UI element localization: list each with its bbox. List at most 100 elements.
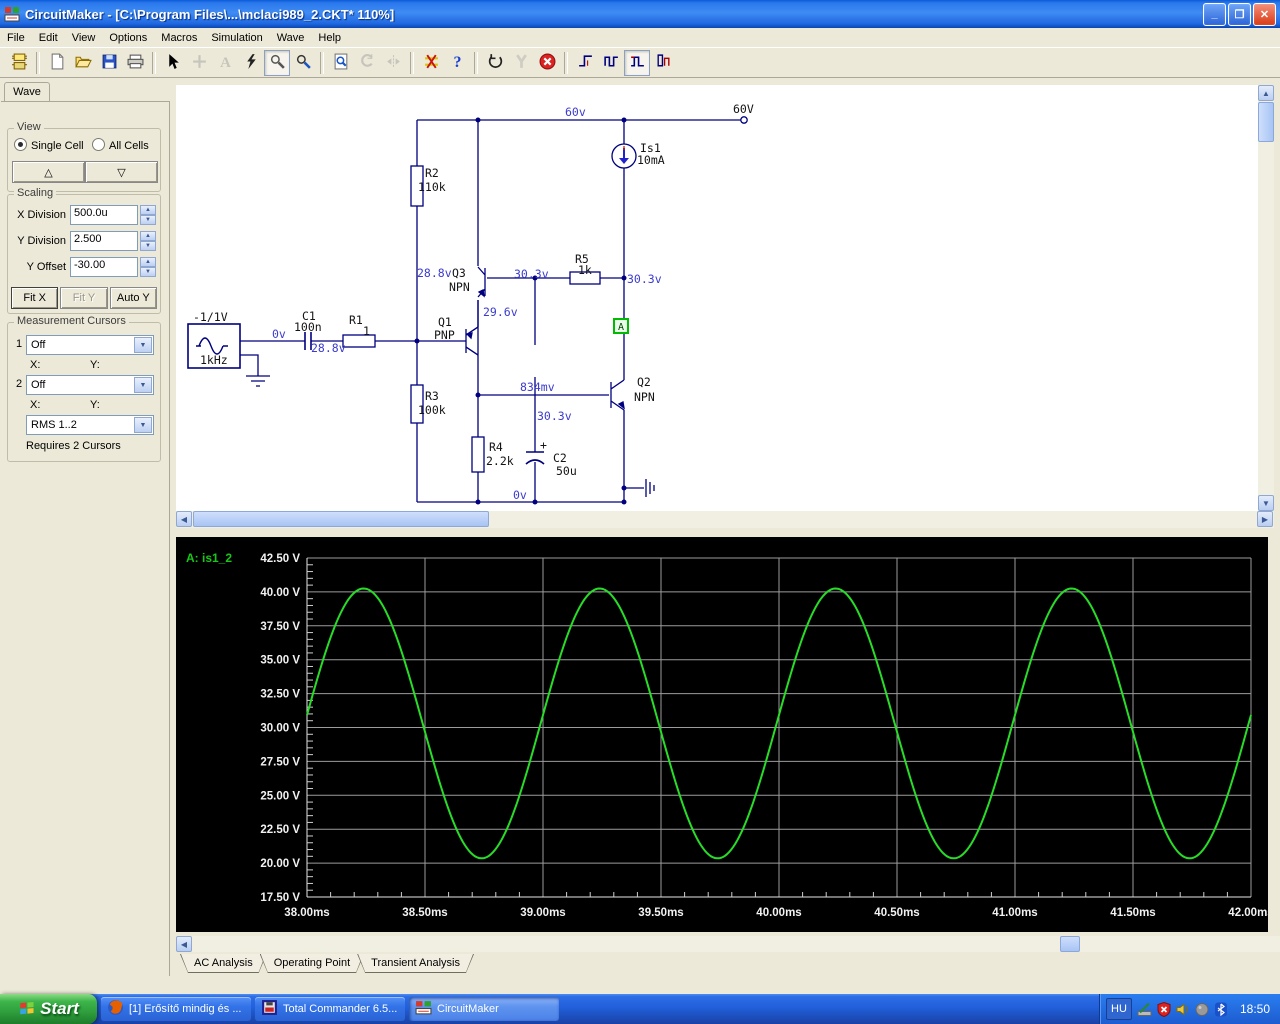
mirror-tool-button[interactable]: [380, 50, 406, 76]
wave-square-button[interactable]: [598, 50, 624, 76]
spin-down-icon[interactable]: ▼: [140, 241, 156, 251]
cell-up-button[interactable]: △: [12, 161, 85, 183]
y-tick-label: 30.00 V: [260, 723, 300, 735]
volume-speaker-icon[interactable]: [1175, 1001, 1191, 1017]
wave-pulse-button[interactable]: [624, 49, 650, 76]
menu-item-edit[interactable]: Edit: [32, 30, 65, 46]
schematic-hscrollbar[interactable]: ◀ ▶: [176, 511, 1274, 528]
language-indicator[interactable]: HU: [1105, 998, 1132, 1020]
cursor-1-combo[interactable]: Off ▼: [26, 335, 154, 355]
print-button[interactable]: [122, 50, 148, 76]
menu-item-simulation[interactable]: Simulation: [204, 30, 269, 46]
restore-button[interactable]: ❐: [1228, 2, 1251, 26]
x-tick-label: 41.00ms: [992, 907, 1037, 919]
wave-step-button[interactable]: [572, 50, 598, 76]
edit-connections-button[interactable]: [418, 50, 444, 76]
auto-y-button[interactable]: Auto Y: [109, 287, 157, 309]
help-button[interactable]: ?: [444, 50, 470, 76]
menu-item-macros[interactable]: Macros: [154, 30, 204, 46]
y-offset-input[interactable]: -30.00: [70, 257, 138, 277]
search-document-button[interactable]: [328, 50, 354, 76]
stop-simulation-button[interactable]: [534, 50, 560, 76]
taskbar-task-circuitmaker[interactable]: CircuitMaker: [409, 997, 559, 1021]
scroll-left-icon[interactable]: ◀: [176, 936, 192, 952]
cursor-function-combo[interactable]: RMS 1..2 ▼: [26, 415, 154, 435]
minimize-button[interactable]: _: [1203, 2, 1226, 26]
cursor-2-combo[interactable]: Off ▼: [26, 375, 154, 395]
zoom-tool-button[interactable]: [290, 50, 316, 76]
open-file-button[interactable]: [70, 50, 96, 76]
radio-all-cells[interactable]: All Cells: [92, 138, 149, 152]
rotate-tool-button[interactable]: [354, 50, 380, 76]
cursor-y-label: Y:: [90, 359, 100, 371]
parts-browser-button[interactable]: [6, 50, 32, 76]
y-division-input[interactable]: 2.500: [70, 231, 138, 251]
new-document-button[interactable]: [44, 50, 70, 76]
tab-label: Operating Point: [261, 954, 363, 972]
waveform-hscrollbar[interactable]: ◀: [176, 936, 1280, 952]
menu-item-wave[interactable]: Wave: [270, 30, 312, 46]
print-icon: [127, 53, 144, 73]
save-file-button[interactable]: [96, 50, 122, 76]
tab-ac-analysis[interactable]: AC Analysis: [180, 954, 267, 973]
schematic-canvas[interactable]: A 60v 60V R2 110k Is1 10mA 28.8v Q3 NPN 30.3v R5 1k…: [176, 85, 1258, 511]
wave-hscroll-thumb[interactable]: [1060, 936, 1080, 952]
radio-single-cell-dot[interactable]: [14, 138, 27, 151]
wire-tool-button[interactable]: [238, 50, 264, 76]
scroll-up-icon[interactable]: ▲: [1258, 85, 1274, 101]
fit-x-button[interactable]: Fit X: [11, 287, 59, 309]
x-division-input[interactable]: 500.0u: [70, 205, 138, 225]
taskbar-task-firefox[interactable]: [1] Erősítő mindig és ...: [101, 997, 251, 1021]
wrench-tool-button[interactable]: [508, 50, 534, 76]
spin-down-icon[interactable]: ▼: [140, 215, 156, 225]
wave-digital-button[interactable]: [650, 50, 676, 76]
probe-tool-button[interactable]: [264, 49, 290, 76]
x-division-spinner[interactable]: ▲ ▼: [140, 205, 156, 225]
spin-down-icon[interactable]: ▼: [140, 267, 156, 277]
field-label: X Division: [17, 209, 66, 221]
menu-item-view[interactable]: View: [65, 30, 103, 46]
schematic-vscrollbar[interactable]: ▲ ▼: [1258, 85, 1274, 511]
chevron-down-icon[interactable]: ▼: [134, 337, 152, 353]
trace-label: A: is1_2: [186, 551, 233, 565]
radio-all-cells-dot[interactable]: [92, 138, 105, 151]
arrow-tool-button[interactable]: [160, 50, 186, 76]
reset-simulation-button[interactable]: [482, 50, 508, 76]
taskbar-task-total-commander[interactable]: Total Commander 6.5...: [255, 997, 405, 1021]
y-division-spinner[interactable]: ▲ ▼: [140, 231, 156, 251]
help-icon: ?: [449, 53, 466, 73]
menu-item-file[interactable]: File: [0, 30, 32, 46]
task-label: [1] Erősítő mindig és ...: [129, 1003, 242, 1015]
cursor-y-label: Y:: [90, 399, 100, 411]
spin-up-icon[interactable]: ▲: [140, 257, 156, 267]
scroll-down-icon[interactable]: ▼: [1258, 495, 1274, 511]
security-shield-icon[interactable]: [1156, 1001, 1172, 1017]
cell-down-button[interactable]: ▽: [85, 161, 158, 183]
y-tick-label: 32.50 V: [260, 689, 300, 701]
radio-single-cell[interactable]: Single Cell: [14, 138, 84, 152]
y-offset-spinner[interactable]: ▲ ▼: [140, 257, 156, 277]
spin-up-icon[interactable]: ▲: [140, 231, 156, 241]
bluetooth-icon[interactable]: [1213, 1001, 1229, 1017]
tab-operating-point[interactable]: Operating Point: [260, 954, 364, 973]
tab-transient-analysis[interactable]: Transient Analysis: [357, 954, 474, 973]
spin-up-icon[interactable]: ▲: [140, 205, 156, 215]
chevron-down-icon[interactable]: ▼: [134, 417, 152, 433]
menu-item-help[interactable]: Help: [311, 30, 348, 46]
tab-wave[interactable]: Wave: [4, 82, 50, 102]
vscroll-thumb[interactable]: [1258, 102, 1274, 142]
close-button[interactable]: ✕: [1253, 2, 1276, 26]
waveform-panel[interactable]: A: is1_2 42.50 V 40.00 V 37.50 V 35.00 V 32.…: [176, 537, 1274, 932]
chevron-down-icon[interactable]: ▼: [134, 377, 152, 393]
volume-gray-icon[interactable]: [1194, 1001, 1210, 1017]
menu-item-options[interactable]: Options: [102, 30, 154, 46]
probe-marker-a[interactable]: A: [613, 318, 629, 334]
hscroll-thumb[interactable]: [193, 511, 489, 527]
scroll-left-icon[interactable]: ◀: [176, 511, 192, 527]
toolbar: A?: [0, 48, 1280, 78]
start-button[interactable]: Start: [0, 994, 97, 1024]
text-tool-button[interactable]: A: [212, 50, 238, 76]
plus-tool-button[interactable]: [186, 50, 212, 76]
scroll-right-icon[interactable]: ▶: [1257, 511, 1273, 527]
pen-tablet-icon[interactable]: [1137, 1001, 1153, 1017]
